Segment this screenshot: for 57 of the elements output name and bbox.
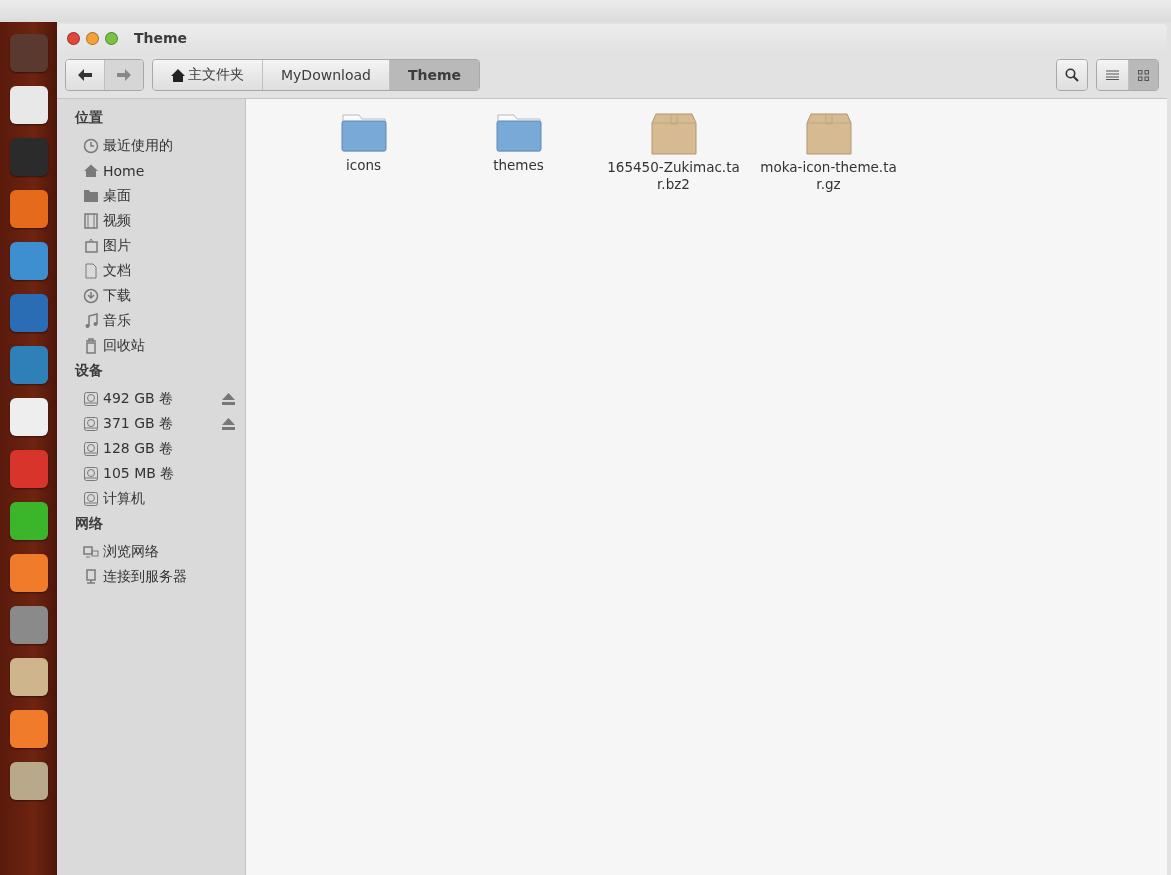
breadcrumb[interactable]: MyDownload (262, 60, 389, 90)
eject-icon[interactable] (222, 417, 235, 430)
clock-icon (83, 137, 99, 154)
server-icon (83, 568, 99, 585)
sidebar-heading: 设备 (73, 361, 104, 380)
file-name[interactable]: icons (293, 157, 434, 174)
sidebar-item[interactable]: 最近使用的 (57, 133, 245, 158)
list-view-button[interactable] (1097, 60, 1128, 90)
sidebar-item[interactable]: 128 GB 卷 (57, 436, 245, 461)
sidebar-heading: 网络 (74, 514, 104, 533)
sidebar-item[interactable]: 下载 (57, 283, 245, 308)
sidebar-item[interactable]: 桌面 (57, 183, 245, 208)
window-title: Theme (134, 30, 188, 46)
sidebar-item[interactable]: 371 GB 卷 (57, 411, 245, 436)
sidebar-item[interactable]: 492 GB 卷 (57, 386, 245, 411)
drive-icon (83, 465, 99, 482)
music-note-icon (83, 312, 99, 329)
grid-view-button[interactable] (1128, 60, 1158, 90)
sidebar-item[interactable]: 浏览网络 (57, 539, 245, 564)
back-button[interactable] (66, 60, 104, 90)
network-icon (83, 543, 99, 560)
search-icon (1065, 68, 1079, 82)
document-icon (83, 262, 99, 279)
sidebar-heading: 位置 (74, 108, 104, 127)
back-arrow-icon (78, 69, 92, 81)
drive-icon (83, 390, 99, 407)
trash-icon (83, 337, 99, 354)
sidebar-item[interactable]: 105 MB 卷 (57, 461, 245, 486)
sidebar-item[interactable]: 计算机 (57, 486, 245, 511)
drive-icon (83, 415, 99, 432)
home-icon (171, 68, 185, 82)
sidebar-item[interactable]: 回收站 (57, 333, 245, 358)
breadcrumb[interactable]: 主文件夹 (153, 60, 262, 90)
sidebar-item[interactable]: 文档 (57, 258, 245, 283)
minimize-button[interactable] (86, 31, 99, 45)
home-icon (83, 162, 99, 179)
search-button[interactable] (1057, 60, 1087, 90)
eject-icon[interactable] (222, 392, 235, 405)
forward-arrow-icon (117, 69, 131, 81)
file-name[interactable]: moka-icon-theme.tar.gz (758, 159, 899, 193)
file-name[interactable]: 165450-Zukimac.tar.bz2 (603, 159, 744, 193)
file-name[interactable]: themes (448, 157, 589, 174)
grid-icon (1138, 69, 1149, 81)
sidebar-item[interactable]: 音乐 (57, 308, 245, 333)
breadcrumb[interactable]: Theme (388, 60, 480, 90)
sidebar-item[interactable]: Home (57, 158, 245, 183)
maximize-button[interactable] (105, 31, 118, 45)
drive-icon (83, 490, 99, 507)
download-icon (83, 287, 99, 304)
sidebar-item[interactable]: 连接到服务器 (57, 564, 245, 589)
drive-icon (83, 440, 99, 457)
film-icon (83, 212, 99, 229)
sidebar-item[interactable]: 视频 (57, 208, 245, 233)
sidebar-item[interactable]: 图片 (57, 233, 245, 258)
list-icon (1106, 70, 1119, 80)
picture-icon (83, 237, 99, 254)
close-button[interactable] (67, 31, 80, 45)
